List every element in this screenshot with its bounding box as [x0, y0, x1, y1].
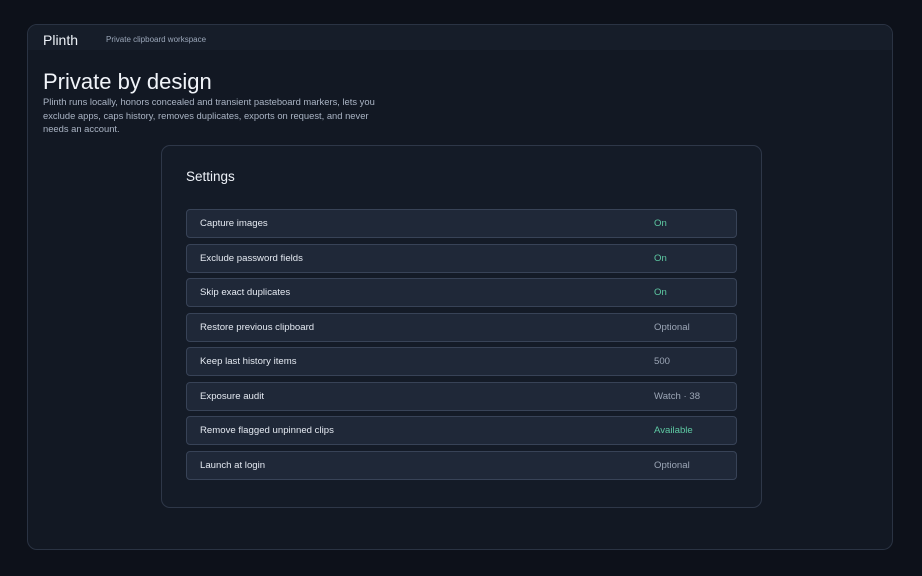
- setting-row-keep-last-history-items[interactable]: Keep last history items 500: [186, 347, 737, 376]
- settings-panel: Settings Capture images On Exclude passw…: [161, 145, 762, 508]
- setting-label: Keep last history items: [200, 356, 297, 367]
- setting-value: Optional: [654, 321, 690, 333]
- setting-row-remove-flagged-unpinned-clips[interactable]: Remove flagged unpinned clips Available: [186, 416, 737, 445]
- setting-value: 500: [654, 356, 671, 367]
- setting-value: Optional: [654, 459, 690, 471]
- workspace-label: Private clipboard workspace: [106, 35, 207, 44]
- setting-label: Exclude password fields: [200, 252, 303, 264]
- setting-row-capture-images[interactable]: Capture images On: [186, 209, 737, 238]
- setting-value: On: [654, 287, 667, 298]
- app-window: Plinth Private clipboard workspace Priva…: [27, 24, 893, 550]
- setting-label: Capture images: [200, 218, 268, 229]
- page-title: Private by design: [43, 69, 212, 94]
- setting-row-skip-exact-duplicates[interactable]: Skip exact duplicates On: [186, 278, 737, 307]
- page-description: Plinth runs locally, honors concealed an…: [43, 96, 375, 134]
- setting-label: Exposure audit: [200, 390, 264, 402]
- setting-row-restore-previous-clipboard[interactable]: Restore previous clipboard Optional: [186, 312, 737, 342]
- settings-title: Settings: [186, 169, 235, 184]
- app-name: Plinth: [43, 32, 79, 48]
- setting-row-launch-at-login[interactable]: Launch at login Optional: [186, 450, 737, 480]
- setting-value: On: [654, 218, 667, 229]
- top-bar: Plinth Private clipboard workspace: [28, 25, 892, 50]
- setting-value: Watch · 38: [654, 390, 701, 402]
- setting-label: Remove flagged unpinned clips: [200, 425, 334, 436]
- setting-row-exposure-audit[interactable]: Exposure audit Watch · 38: [186, 381, 737, 411]
- setting-value: On: [654, 252, 667, 264]
- setting-label: Skip exact duplicates: [200, 287, 291, 298]
- setting-label: Launch at login: [200, 459, 266, 471]
- setting-label: Restore previous clipboard: [200, 321, 315, 333]
- setting-value: Available: [654, 425, 693, 436]
- setting-row-exclude-password-fields[interactable]: Exclude password fields On: [186, 243, 737, 273]
